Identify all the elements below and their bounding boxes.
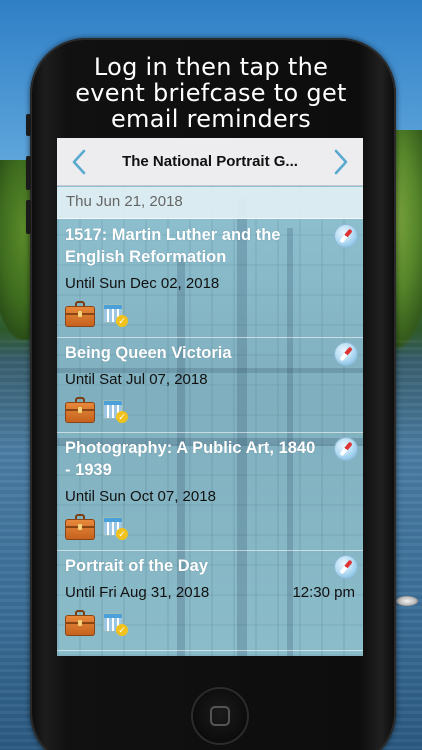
event-actions: ✓ xyxy=(65,603,355,643)
home-square-icon xyxy=(210,706,230,726)
calendar-check-icon[interactable]: ✓ xyxy=(103,515,128,540)
navigation-bar: The National Portrait G... xyxy=(57,138,363,186)
briefcase-icon[interactable] xyxy=(65,610,95,636)
previous-venue-button[interactable] xyxy=(57,138,101,186)
promo-caption: Log in then tap the event briefcase to g… xyxy=(0,54,422,132)
chevron-left-icon xyxy=(72,149,86,174)
event-until-row: Until Sat Jul 07, 2018 xyxy=(65,370,355,390)
briefcase-icon[interactable] xyxy=(65,397,95,423)
duck xyxy=(396,596,418,606)
compass-icon[interactable] xyxy=(335,343,357,365)
event-list: 1517: Martin Luther and the English Refo… xyxy=(57,220,363,651)
compass-icon[interactable] xyxy=(335,556,357,578)
caption-line-2: event briefcase to get xyxy=(75,79,347,107)
briefcase-icon[interactable] xyxy=(65,514,95,540)
event-item[interactable]: Portrait of the Day Until Fri Aug 31, 20… xyxy=(57,551,363,651)
event-title[interactable]: Portrait of the Day xyxy=(65,555,355,577)
event-title[interactable]: Being Queen Victoria xyxy=(65,342,355,364)
event-actions: ✓ xyxy=(65,390,355,430)
event-title[interactable]: Photography: A Public Art, 1840 - 1939 xyxy=(65,437,355,481)
event-until: Until Fri Aug 31, 2018 xyxy=(65,584,210,601)
event-until: Until Sun Oct 07, 2018 xyxy=(65,488,216,505)
event-time: 12:30 pm xyxy=(292,584,355,601)
event-title[interactable]: 1517: Martin Luther and the English Refo… xyxy=(65,224,355,268)
event-item[interactable]: 1517: Martin Luther and the English Refo… xyxy=(57,220,363,338)
calendar-check-icon[interactable]: ✓ xyxy=(103,302,128,327)
event-item[interactable]: Being Queen Victoria Until Sat Jul 07, 2… xyxy=(57,338,363,433)
chevron-right-icon xyxy=(334,149,348,174)
compass-icon[interactable] xyxy=(335,225,357,247)
volume-down-button xyxy=(26,200,31,234)
event-item[interactable]: Photography: A Public Art, 1840 - 1939 U… xyxy=(57,433,363,551)
event-actions: ✓ xyxy=(65,294,355,334)
calendar-check-icon[interactable]: ✓ xyxy=(103,398,128,423)
venue-title: The National Portrait G... xyxy=(122,153,298,170)
date-section-header: Thu Jun 21, 2018 xyxy=(57,187,363,219)
event-until-row: Until Sun Oct 07, 2018 xyxy=(65,487,355,507)
event-until-row: Until Fri Aug 31, 2018 12:30 pm xyxy=(65,583,355,603)
event-actions: ✓ xyxy=(65,507,355,547)
event-until-row: Until Sun Dec 02, 2018 xyxy=(65,274,355,294)
event-until: Until Sun Dec 02, 2018 xyxy=(65,275,220,292)
caption-line-3: email reminders xyxy=(110,105,312,133)
home-button[interactable] xyxy=(193,689,247,743)
app-screen: The National Portrait G... Thu Jun 21, 2… xyxy=(57,138,363,656)
event-until: Until Sat Jul 07, 2018 xyxy=(65,371,208,388)
next-venue-button[interactable] xyxy=(319,138,363,186)
volume-up-button xyxy=(26,156,31,190)
calendar-check-icon[interactable]: ✓ xyxy=(103,611,128,636)
compass-icon[interactable] xyxy=(335,438,357,460)
briefcase-icon[interactable] xyxy=(65,301,95,327)
caption-line-1: Log in then tap the xyxy=(93,53,329,81)
